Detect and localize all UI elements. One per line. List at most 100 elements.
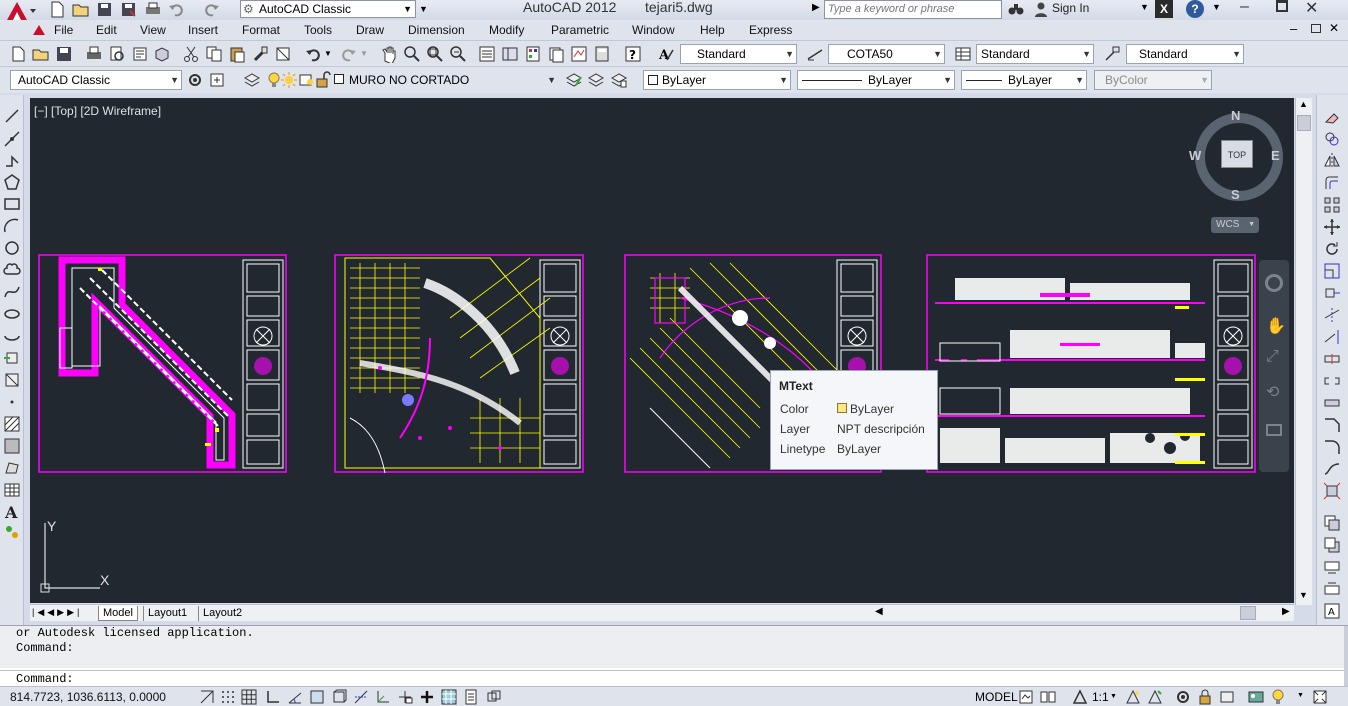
layer-properties-icon[interactable] (243, 71, 261, 89)
snap-mode-icon[interactable] (220, 689, 236, 705)
qat-customize-icon[interactable]: ▼ (419, 1, 431, 18)
break-icon[interactable] (1323, 372, 1341, 390)
menu-help[interactable]: Help (700, 23, 725, 37)
plot-style-select[interactable]: ByColor ▼ (1094, 70, 1212, 90)
move-icon[interactable] (1323, 218, 1341, 236)
text-style-icon[interactable]: A (657, 45, 675, 63)
object-snap-icon[interactable] (309, 689, 325, 705)
workspace-select[interactable]: ⚙ AutoCAD Classic ▼ (240, 0, 416, 18)
menu-dimension[interactable]: Dimension (408, 23, 465, 37)
multiline-text-icon[interactable]: A (3, 503, 21, 522)
binoculars-icon[interactable] (1008, 1, 1024, 17)
menu-insert[interactable]: Insert (188, 23, 218, 37)
ellipse-icon[interactable] (3, 305, 21, 323)
tab-layout2[interactable]: Layout2 (198, 606, 246, 621)
dynamic-ucs-icon[interactable] (375, 689, 391, 705)
multileader-style-select[interactable]: Standard ▼ (1126, 44, 1244, 64)
polyline-icon[interactable] (3, 151, 21, 169)
chamfer-icon[interactable] (1323, 416, 1341, 434)
zoom-extents-icon[interactable]: ⤢ (1266, 348, 1279, 366)
drawing-canvas[interactable]: [−] [Top] [2D Wireframe] TOP N S E W WCS… (30, 98, 1294, 603)
redo-dropdown-icon[interactable]: ▼ (360, 49, 368, 58)
array-icon[interactable] (1323, 196, 1341, 214)
scroll-down-icon[interactable]: ▼ (1299, 590, 1308, 600)
command-input[interactable]: Command: (0, 670, 1344, 686)
scroll-right-icon[interactable]: ▶ (1282, 606, 1290, 617)
quick-view-drawings-icon[interactable] (1040, 689, 1056, 705)
vertical-scroll-thumb[interactable] (1297, 115, 1311, 131)
exchange-icon[interactable]: X (1155, 0, 1173, 18)
doc-restore-button[interactable] (1311, 24, 1321, 33)
orbit-icon[interactable]: ⟲ (1266, 382, 1279, 402)
vertical-scrollbar[interactable]: ▲ ▼ (1295, 98, 1312, 605)
selection-cycling-icon[interactable] (486, 689, 502, 705)
paste-icon[interactable] (228, 45, 246, 63)
layer-state-icon[interactable] (610, 71, 628, 89)
arc-icon[interactable] (3, 217, 21, 235)
rectangle-icon[interactable] (3, 195, 21, 213)
construction-line-icon[interactable] (3, 130, 21, 148)
auto-scale-icon[interactable] (1147, 689, 1163, 705)
dimension-style-icon[interactable] (806, 45, 824, 63)
save-as-icon[interactable] (120, 1, 138, 18)
pan-hand-icon[interactable]: ✋ (1266, 316, 1286, 336)
tab-nav-arrows[interactable]: |◀◀▶▶| (32, 607, 82, 618)
draworder-above-icon[interactable] (1323, 558, 1341, 576)
tab-model[interactable]: Model (98, 606, 138, 621)
sign-in-button[interactable]: Sign In (1052, 1, 1089, 15)
sign-in-dropdown-icon[interactable]: ▼ (1140, 2, 1149, 12)
menu-edit[interactable]: Edit (96, 23, 117, 37)
trim-icon[interactable] (1323, 306, 1341, 324)
extend-icon[interactable] (1323, 328, 1341, 346)
ellipse-arc-icon[interactable] (3, 327, 21, 345)
menu-parametric[interactable]: Parametric (551, 23, 609, 37)
join-icon[interactable] (1323, 394, 1341, 412)
3d-object-snap-icon[interactable] (331, 689, 347, 705)
save-icon[interactable] (96, 1, 114, 18)
point-icon[interactable] (3, 393, 21, 411)
clean-screen-icon[interactable] (1312, 689, 1328, 705)
workspace-settings-icon[interactable] (186, 71, 204, 89)
make-current-layer-icon[interactable] (565, 71, 583, 89)
plot-icon[interactable] (85, 45, 103, 63)
mirror-icon[interactable] (1323, 152, 1341, 170)
calculator-icon[interactable] (593, 45, 611, 63)
command-scrollbar[interactable] (1344, 626, 1348, 686)
polygon-icon[interactable] (3, 173, 21, 191)
gradient-icon[interactable] (3, 437, 21, 455)
stretch-icon[interactable] (1323, 284, 1341, 302)
minimize-button[interactable]: – (1240, 0, 1249, 16)
print-icon[interactable] (144, 1, 162, 18)
quick-view-layouts-icon[interactable] (1018, 689, 1034, 705)
publish-icon[interactable] (131, 45, 149, 63)
open-icon[interactable] (32, 45, 50, 63)
help-dropdown-icon[interactable]: ▼ (1212, 2, 1221, 12)
text-style-select[interactable]: Standard ▼ (680, 44, 797, 64)
close-button[interactable]: ✕ (1305, 0, 1318, 18)
transparency-icon[interactable] (441, 689, 457, 705)
tool-palettes-icon[interactable] (524, 45, 542, 63)
match-properties-icon[interactable] (251, 45, 269, 63)
layer-select[interactable]: MURO NO CORTADO ▼ (331, 70, 559, 90)
fillet-icon[interactable] (1323, 438, 1341, 456)
annotation-visibility-icon[interactable] (1125, 689, 1141, 705)
maximize-button[interactable] (1276, 0, 1288, 12)
erase-icon[interactable] (1323, 107, 1341, 125)
insert-block-icon[interactable] (3, 349, 21, 367)
menu-window[interactable]: Window (632, 23, 675, 37)
multileader-style-icon[interactable] (1103, 45, 1121, 63)
make-block-icon[interactable] (3, 371, 21, 389)
doc-minimize-button[interactable]: – (1290, 21, 1297, 36)
undo-icon[interactable] (304, 45, 322, 63)
table-style-icon[interactable] (954, 45, 972, 63)
grid-display-icon[interactable] (241, 689, 257, 705)
redo-icon[interactable] (202, 1, 220, 18)
markup-icon[interactable] (570, 45, 588, 63)
qnew-icon[interactable] (9, 45, 27, 63)
viewcube-east[interactable]: E (1271, 148, 1280, 163)
steering-wheel-icon[interactable] (1265, 274, 1283, 292)
help-icon[interactable]: ? (1186, 0, 1204, 18)
plot-preview-icon[interactable] (108, 45, 126, 63)
new-file-icon[interactable] (48, 1, 66, 18)
pan-icon[interactable] (380, 45, 398, 65)
